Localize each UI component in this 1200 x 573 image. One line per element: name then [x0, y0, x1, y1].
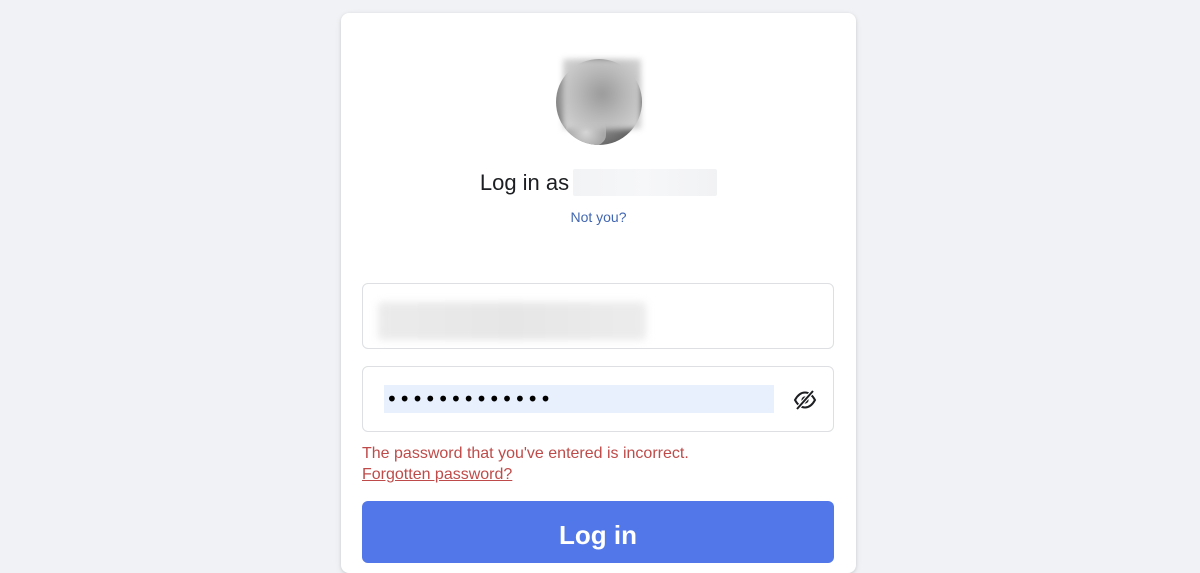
username-redaction — [573, 169, 718, 196]
login-button[interactable]: Log in — [362, 501, 834, 563]
password-field[interactable] — [362, 366, 834, 432]
not-you-link[interactable]: Not you? — [341, 209, 856, 225]
login-card: Log in as Not you? The password that you… — [341, 13, 856, 573]
avatar-redaction — [563, 59, 641, 129]
password-error-message: The password that you've entered is inco… — [362, 445, 689, 462]
login-title-text: Log in as — [479, 170, 570, 195]
forgotten-password-link[interactable]: Forgotten password? — [362, 466, 512, 484]
login-title: Log in as — [341, 169, 856, 196]
email-redaction — [378, 302, 646, 340]
eye-slash-icon[interactable] — [793, 389, 817, 411]
email-field[interactable] — [362, 283, 834, 349]
avatar — [556, 59, 642, 145]
password-input[interactable] — [384, 385, 774, 413]
login-button-label: Log in — [559, 519, 637, 550]
